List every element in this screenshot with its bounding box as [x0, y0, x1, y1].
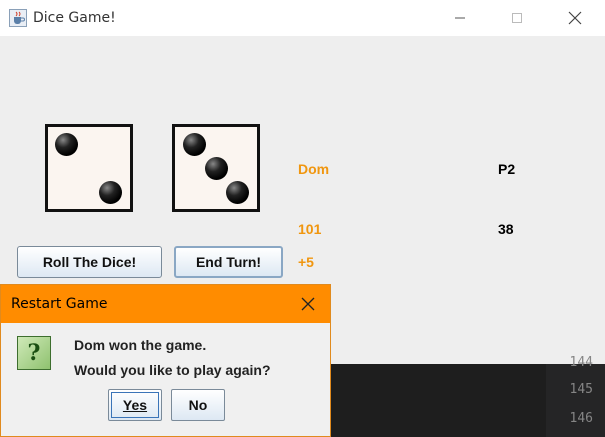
- player-2-score: 38: [498, 221, 514, 237]
- background-editor: 144 145 146: [331, 355, 605, 437]
- minimize-icon: [455, 17, 465, 19]
- dialog-message-line1: Dom won the game.: [74, 337, 207, 353]
- dialog-title-bar[interactable]: Restart Game: [1, 285, 330, 323]
- die-pip: [55, 133, 78, 156]
- maximize-button[interactable]: [494, 0, 540, 36]
- turn-points: +5: [298, 254, 314, 270]
- roll-dice-button[interactable]: Roll The Dice!: [17, 246, 162, 278]
- line-number-gutter: 144 145 146: [546, 355, 605, 437]
- close-button[interactable]: [552, 0, 598, 36]
- die-pip: [99, 181, 122, 204]
- restart-dialog: Restart Game ? Dom won the game. Would y…: [0, 284, 331, 437]
- dialog-title: Restart Game: [11, 296, 108, 312]
- dialog-close-button[interactable]: [291, 289, 325, 319]
- player-2-name: P2: [498, 161, 516, 177]
- java-cup-icon: [9, 9, 27, 27]
- no-button[interactable]: No: [171, 389, 225, 421]
- minimize-button[interactable]: [437, 0, 483, 36]
- question-icon: ?: [17, 336, 51, 370]
- die-2: [172, 124, 260, 212]
- close-icon: [301, 297, 315, 311]
- line-number: 144: [569, 355, 593, 370]
- yes-button[interactable]: Yes: [108, 389, 162, 421]
- dialog-message-line2: Would you like to play again?: [74, 362, 271, 378]
- window-title: Dice Game!: [33, 10, 116, 26]
- die-pip: [183, 133, 206, 156]
- line-number: 145: [569, 382, 593, 397]
- close-icon: [568, 11, 582, 25]
- end-turn-button[interactable]: End Turn!: [174, 246, 283, 278]
- title-bar[interactable]: Dice Game!: [0, 0, 605, 36]
- die-1: [45, 124, 133, 212]
- player-1-score: 101: [298, 221, 322, 237]
- player-1-name: Dom: [298, 161, 330, 177]
- die-pip: [205, 157, 228, 180]
- line-number: 146: [569, 411, 593, 426]
- die-pip: [226, 181, 249, 204]
- maximize-icon: [512, 13, 522, 23]
